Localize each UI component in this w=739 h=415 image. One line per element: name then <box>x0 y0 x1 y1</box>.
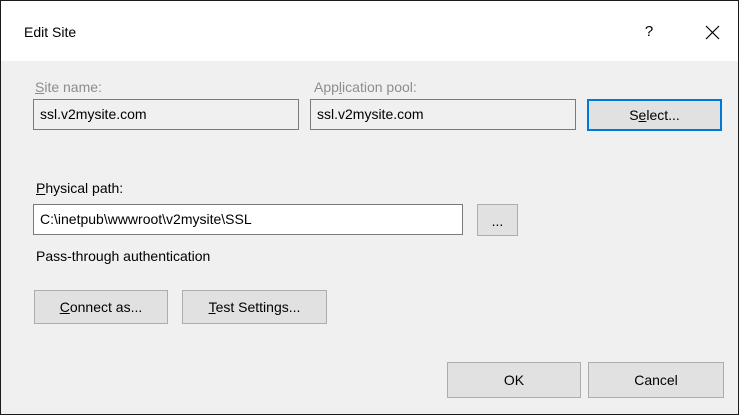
cancel-button[interactable]: Cancel <box>588 362 724 398</box>
connect-as-button[interactable]: Connect as... <box>34 290 168 324</box>
application-pool-field[interactable]: ssl.v2mysite.com <box>310 99 576 130</box>
browse-button[interactable]: ... <box>477 204 518 236</box>
site-name-field[interactable]: ssl.v2mysite.com <box>33 99 299 130</box>
title-bar: Edit Site ? <box>1 1 738 61</box>
dialog-title: Edit Site <box>24 24 77 40</box>
pass-through-authentication-text: Pass-through authentication <box>36 248 211 264</box>
edit-site-dialog: Edit Site ? Site name: ssl.v2mysite.com … <box>0 0 739 415</box>
close-icon <box>705 25 720 40</box>
test-settings-button[interactable]: Test Settings... <box>182 290 327 324</box>
ok-button[interactable]: OK <box>447 362 581 398</box>
help-button[interactable]: ? <box>635 17 663 47</box>
site-name-label: Site name: <box>35 79 102 95</box>
close-button[interactable] <box>695 17 729 47</box>
physical-path-label: Physical path: <box>36 180 124 196</box>
physical-path-input[interactable]: C:\inetpub\wwwroot\v2mysite\SSL <box>33 204 463 235</box>
select-button[interactable]: Select... <box>587 99 722 131</box>
application-pool-label: Application pool: <box>314 79 417 95</box>
